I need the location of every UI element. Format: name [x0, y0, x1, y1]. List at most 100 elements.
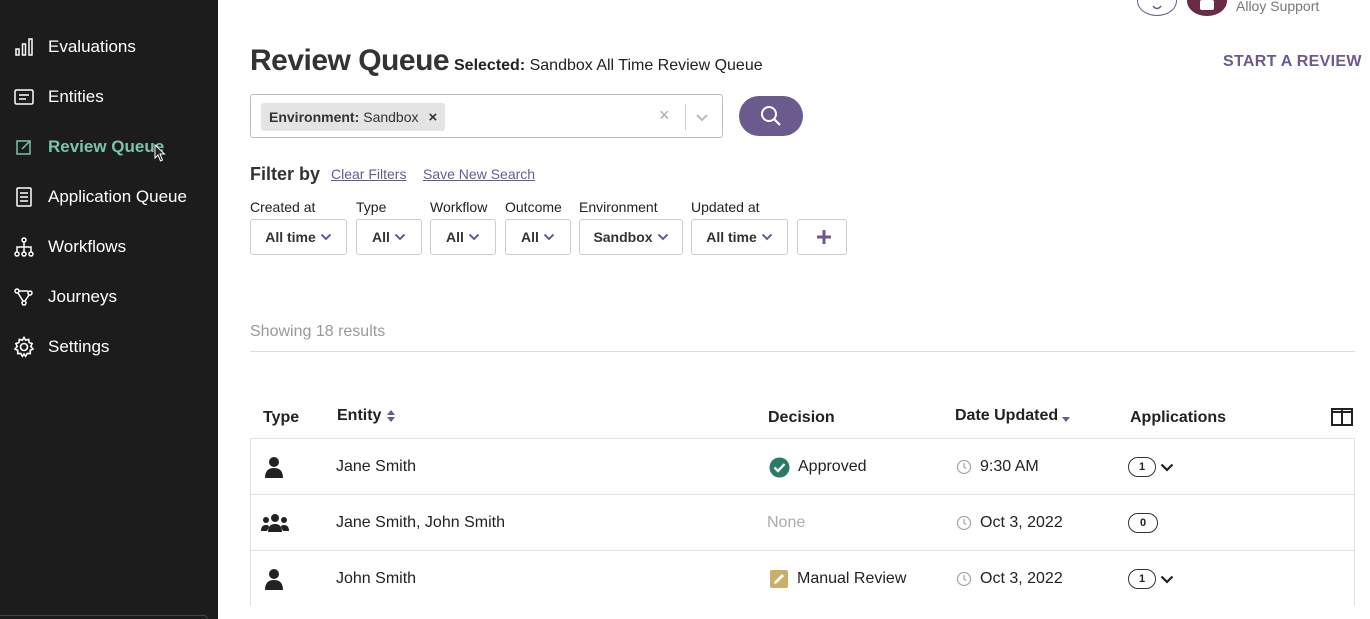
- filter-label-environment: Environment: [579, 199, 658, 215]
- mouse-cursor-icon: [154, 144, 166, 162]
- chevron-down-icon[interactable]: [1160, 463, 1174, 472]
- filter-type-dropdown[interactable]: All: [356, 219, 422, 255]
- filter-label-workflow: Workflow: [430, 199, 488, 215]
- person-icon: [263, 439, 285, 495]
- check-circle-icon: [769, 457, 790, 478]
- clock-icon: [956, 515, 972, 531]
- chip-key: Environment:: [269, 109, 360, 125]
- date-value: 9:30 AM: [980, 458, 1039, 475]
- selected-label: Selected:: [454, 57, 526, 74]
- sidebar-item-application-queue[interactable]: Application Queue: [0, 177, 218, 217]
- column-header-date-updated[interactable]: Date Updated: [955, 407, 1071, 425]
- applications-cell[interactable]: 1: [1128, 551, 1174, 607]
- decision-cell: Approved: [769, 439, 867, 495]
- column-label: Type: [263, 409, 300, 426]
- chevron-down-icon[interactable]: [695, 109, 709, 127]
- divider: [250, 351, 1355, 352]
- user-menu: Alloy Support: [1137, 0, 1319, 16]
- sidebar-item-settings[interactable]: Settings: [0, 327, 218, 367]
- table-row[interactable]: Jane Smith Approved 9:30 AM 1: [250, 438, 1355, 494]
- sidebar-item-label: Application Queue: [48, 187, 187, 206]
- selected-queue: Selected: Sandbox All Time Review Queue: [454, 57, 763, 75]
- filter-updated-at-dropdown[interactable]: All time: [691, 219, 788, 255]
- sort-icon: [387, 410, 396, 422]
- notification-button[interactable]: [1137, 0, 1177, 16]
- filter-label-outcome: Outcome: [505, 199, 562, 215]
- sidebar-item-review-queue[interactable]: Review Queue: [0, 127, 218, 167]
- id-card-icon: [12, 85, 36, 109]
- pencil-square-icon: [769, 569, 789, 589]
- sidebar-item-evaluations[interactable]: Evaluations: [0, 27, 218, 67]
- sidebar-item-label: Workflows: [48, 237, 127, 256]
- start-review-button[interactable]: START A REVIEW: [1223, 53, 1362, 71]
- sidebar-item-journeys[interactable]: Journeys: [0, 277, 218, 317]
- journey-path-icon: [12, 285, 36, 309]
- person-icon: [263, 551, 285, 607]
- column-label: Decision: [768, 409, 835, 426]
- filter-label-type: Type: [356, 199, 387, 215]
- decision-label: None: [767, 514, 806, 531]
- clock-icon: [956, 571, 972, 587]
- sidebar-item-label: Settings: [48, 337, 110, 356]
- column-label: Entity: [337, 407, 382, 424]
- chevron-down-icon: [320, 233, 331, 241]
- entity-name[interactable]: Jane Smith: [336, 439, 416, 495]
- decision-label: Manual Review: [797, 570, 907, 587]
- results-count: Showing 18 results: [250, 323, 386, 340]
- filter-value: All: [521, 229, 539, 245]
- filter-outcome-dropdown[interactable]: All: [505, 219, 571, 255]
- sidebar-footer-edge: [0, 615, 208, 619]
- chevron-down-icon: [394, 233, 406, 241]
- date-value: Oct 3, 2022: [980, 514, 1063, 531]
- entity-name[interactable]: Jane Smith, John Smith: [336, 495, 505, 551]
- sidebar-item-label: Review Queue: [48, 137, 165, 156]
- filter-created-at-dropdown[interactable]: All time: [250, 219, 347, 255]
- avatar[interactable]: [1187, 0, 1227, 16]
- columns-icon: [1331, 408, 1353, 426]
- search-input[interactable]: Environment: Sandbox × ×: [250, 94, 723, 138]
- filter-label-created-at: Created at: [250, 199, 316, 215]
- sidebar-item-label: Entities: [48, 87, 104, 106]
- date-cell: 9:30 AM: [956, 439, 1039, 495]
- selected-value: Sandbox All Time Review Queue: [529, 57, 763, 74]
- filter-value: All time: [706, 229, 757, 245]
- chevron-down-icon[interactable]: [1160, 575, 1174, 584]
- user-name[interactable]: Alloy Support: [1236, 0, 1319, 14]
- date-cell: Oct 3, 2022: [956, 495, 1063, 551]
- applications-count-badge: 1: [1128, 457, 1156, 477]
- search-icon: [761, 106, 781, 126]
- bell-icon: [1152, 5, 1162, 10]
- decision-label: Approved: [798, 458, 867, 475]
- filter-value: Sandbox: [593, 229, 653, 245]
- table-row[interactable]: Jane Smith, John Smith None Oct 3, 2022 …: [250, 494, 1355, 550]
- sidebar-item-entities[interactable]: Entities: [0, 77, 218, 117]
- filter-workflow-dropdown[interactable]: All: [430, 219, 496, 255]
- chip-value: Sandbox: [363, 109, 419, 125]
- date-value: Oct 3, 2022: [980, 570, 1063, 587]
- filter-environment-dropdown[interactable]: Sandbox: [579, 219, 683, 255]
- table-row[interactable]: John Smith Manual Review Oct 3, 2022 1: [250, 550, 1355, 606]
- entity-name[interactable]: John Smith: [336, 551, 416, 607]
- applications-cell[interactable]: 1: [1128, 439, 1174, 495]
- applications-cell: 0: [1128, 495, 1158, 551]
- clock-icon: [956, 459, 972, 475]
- edit-square-icon: [12, 135, 36, 159]
- filter-chip-environment: Environment: Sandbox ×: [261, 103, 446, 131]
- search-button[interactable]: [739, 96, 803, 136]
- decision-cell: Manual Review: [769, 551, 906, 607]
- page-title: Review Queue: [250, 44, 450, 77]
- sidebar-item-workflows[interactable]: Workflows: [0, 227, 218, 267]
- add-filter-button[interactable]: [797, 219, 847, 255]
- save-new-search-link[interactable]: Save New Search: [423, 166, 535, 182]
- column-header-entity[interactable]: Entity: [337, 407, 396, 425]
- clear-search-button[interactable]: ×: [659, 105, 670, 126]
- chevron-down-icon: [543, 233, 555, 241]
- chip-remove-button[interactable]: ×: [429, 109, 438, 126]
- sidebar: Evaluations Entities Review Queue Applic…: [0, 0, 218, 619]
- clear-filters-link[interactable]: Clear Filters: [331, 166, 406, 182]
- plus-icon: [817, 230, 831, 244]
- chevron-down-icon: [761, 233, 772, 241]
- column-label: Date Updated: [955, 407, 1059, 424]
- document-list-icon: [12, 185, 36, 209]
- column-settings-button[interactable]: [1331, 408, 1353, 431]
